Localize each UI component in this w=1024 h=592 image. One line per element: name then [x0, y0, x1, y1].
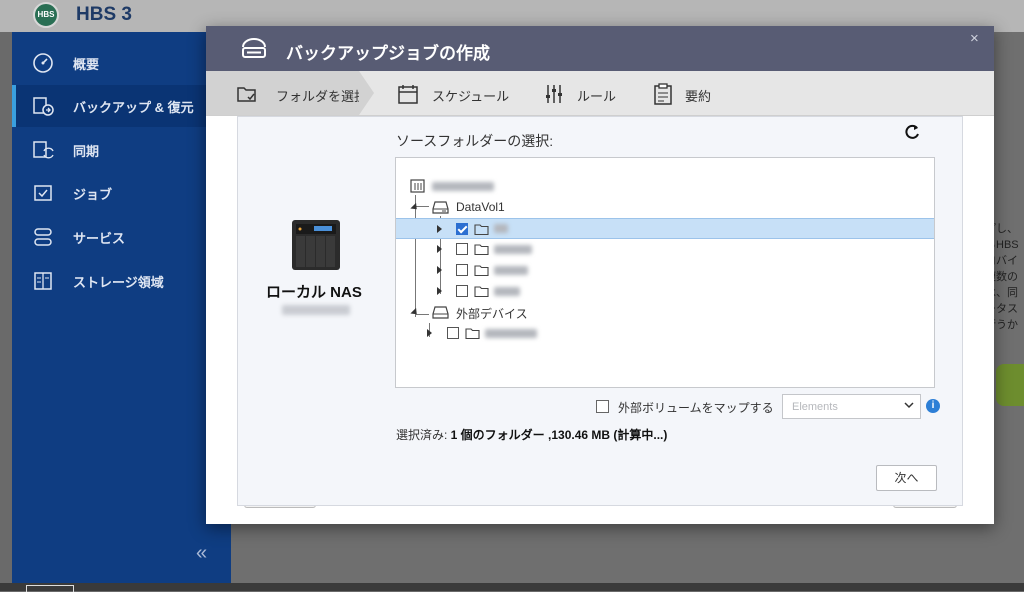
volume-label: DataVol1: [456, 200, 505, 214]
map-external-volume-checkbox[interactable]: [596, 400, 609, 413]
expand-toggle-icon[interactable]: [410, 307, 420, 318]
sync-icon: [33, 141, 54, 159]
sidebar-item-storage-space[interactable]: ストレージ領域: [12, 260, 231, 302]
expand-toggle-icon[interactable]: [437, 225, 442, 233]
step-label: ルール: [577, 89, 617, 104]
source-folder-heading: ソースフォルダーの選択:: [396, 133, 554, 149]
folder-checkbox[interactable]: [456, 243, 468, 255]
summary-detail: 1 個のフォルダー ,130.46 MB (計算中...): [450, 428, 668, 442]
tree-row-folder[interactable]: [396, 281, 934, 302]
folder-name-redacted: [494, 245, 532, 254]
folder-name-redacted: [485, 329, 537, 338]
gauge-icon: [33, 53, 53, 73]
volume-icon: [432, 201, 449, 214]
folder-icon: [474, 244, 489, 255]
folder-name-redacted: [494, 266, 528, 275]
expand-toggle-icon[interactable]: [437, 266, 442, 274]
summary-prefix: 選択済み:: [396, 428, 451, 442]
tree-row-folder[interactable]: [396, 260, 934, 281]
app-title: HBS 3: [76, 4, 132, 25]
folder-checkbox[interactable]: [456, 285, 468, 297]
sidebar-item-label: ジョブ: [73, 187, 113, 202]
nas-name-redacted: [432, 182, 494, 191]
folder-icon: [474, 224, 489, 235]
step-label: 要約: [685, 89, 712, 104]
step-summary[interactable]: 要約: [641, 71, 741, 115]
sidebar-item-sync[interactable]: 同期: [12, 129, 231, 171]
tree-row-folder[interactable]: [396, 239, 934, 260]
nas-ip-redacted: [282, 305, 350, 315]
folder-tree[interactable]: DataVol1 外部デバイス: [395, 157, 935, 388]
sidebar-item-label: 同期: [73, 144, 100, 159]
nas-small-icon: [410, 179, 425, 193]
expand-toggle-icon[interactable]: [410, 202, 420, 213]
bottom-bar: [0, 583, 1024, 591]
folder-checkbox[interactable]: [447, 327, 459, 339]
sidebar-item-overview[interactable]: 概要: [12, 42, 231, 84]
tree-row-folder[interactable]: [396, 218, 934, 239]
sidebar-item-label: ストレージ領域: [73, 275, 164, 290]
external-devices-label: 外部デバイス: [456, 307, 528, 321]
map-external-volume-label: 外部ボリュームをマップする: [618, 401, 774, 415]
folder-select-icon: [237, 87, 256, 102]
services-icon: [34, 228, 52, 246]
sidebar: 概要 バックアップ & 復元 同期 ジョブ サービス ストレージ領域 «: [12, 32, 231, 591]
backup-restore-icon: [33, 97, 54, 116]
tree-row-external-folder[interactable]: [396, 323, 934, 344]
storage-space-icon: [34, 272, 52, 290]
step-label: スケジュール: [432, 89, 510, 104]
tree-row-volume[interactable]: DataVol1: [396, 197, 934, 218]
tree-row-nas[interactable]: [396, 176, 934, 197]
volume-select[interactable]: Elements: [782, 394, 921, 419]
dialog-header: バックアップジョブの作成 ×: [206, 26, 994, 71]
collapse-sidebar-icon[interactable]: «: [196, 542, 207, 565]
hbs-logo-icon: HBS: [33, 2, 59, 28]
folder-icon: [474, 265, 489, 276]
step-rules[interactable]: ルール: [531, 71, 641, 115]
sidebar-item-label: バックアップ & 復元: [73, 100, 194, 115]
sidebar-item-jobs[interactable]: ジョブ: [12, 172, 231, 214]
sidebar-item-label: 概要: [73, 57, 100, 72]
next-button[interactable]: 次へ: [876, 465, 937, 491]
close-icon[interactable]: ×: [970, 30, 979, 47]
sliders-icon: [546, 85, 562, 103]
background-action-button: [996, 364, 1024, 406]
folder-name-redacted: [494, 287, 520, 296]
nas-device-icon: [292, 220, 340, 270]
refresh-icon[interactable]: [903, 123, 921, 141]
wizard-steps: フォルダを選択 スケジュール ルール 要約: [206, 71, 994, 116]
expand-toggle-icon[interactable]: [427, 329, 432, 337]
sidebar-item-label: サービス: [73, 231, 126, 246]
folder-name-redacted: [494, 224, 508, 233]
info-icon[interactable]: i: [926, 399, 940, 413]
calendar-icon: [398, 85, 418, 104]
selection-summary: 選択済み: 1 個のフォルダー ,130.46 MB (計算中...): [396, 426, 667, 443]
step-select-folder[interactable]: フォルダを選択: [206, 71, 367, 115]
job-icon: [34, 185, 52, 201]
folder-icon: [465, 328, 480, 339]
dialog-title: バックアップジョブの作成: [286, 44, 490, 63]
step-label: フォルダを選択: [276, 89, 368, 104]
folder-checkbox[interactable]: [456, 264, 468, 276]
step-schedule[interactable]: スケジュール: [381, 71, 531, 115]
tree-row-external[interactable]: 外部デバイス: [396, 302, 934, 323]
clipboard-icon: [654, 83, 672, 105]
sidebar-item-services[interactable]: サービス: [12, 216, 231, 258]
chevron-down-icon: [904, 402, 914, 409]
folder-checkbox[interactable]: [456, 223, 468, 235]
expand-toggle-icon[interactable]: [437, 287, 442, 295]
expand-toggle-icon[interactable]: [437, 245, 442, 253]
active-step-arrow: [359, 71, 374, 115]
select-placeholder: Elements: [792, 401, 838, 413]
source-nas-label: ローカル NAS: [266, 284, 362, 301]
backup-job-icon: [242, 38, 266, 58]
sidebar-item-backup-restore[interactable]: バックアップ & 復元: [12, 85, 231, 127]
folder-icon: [474, 286, 489, 297]
external-device-icon: [432, 306, 449, 319]
